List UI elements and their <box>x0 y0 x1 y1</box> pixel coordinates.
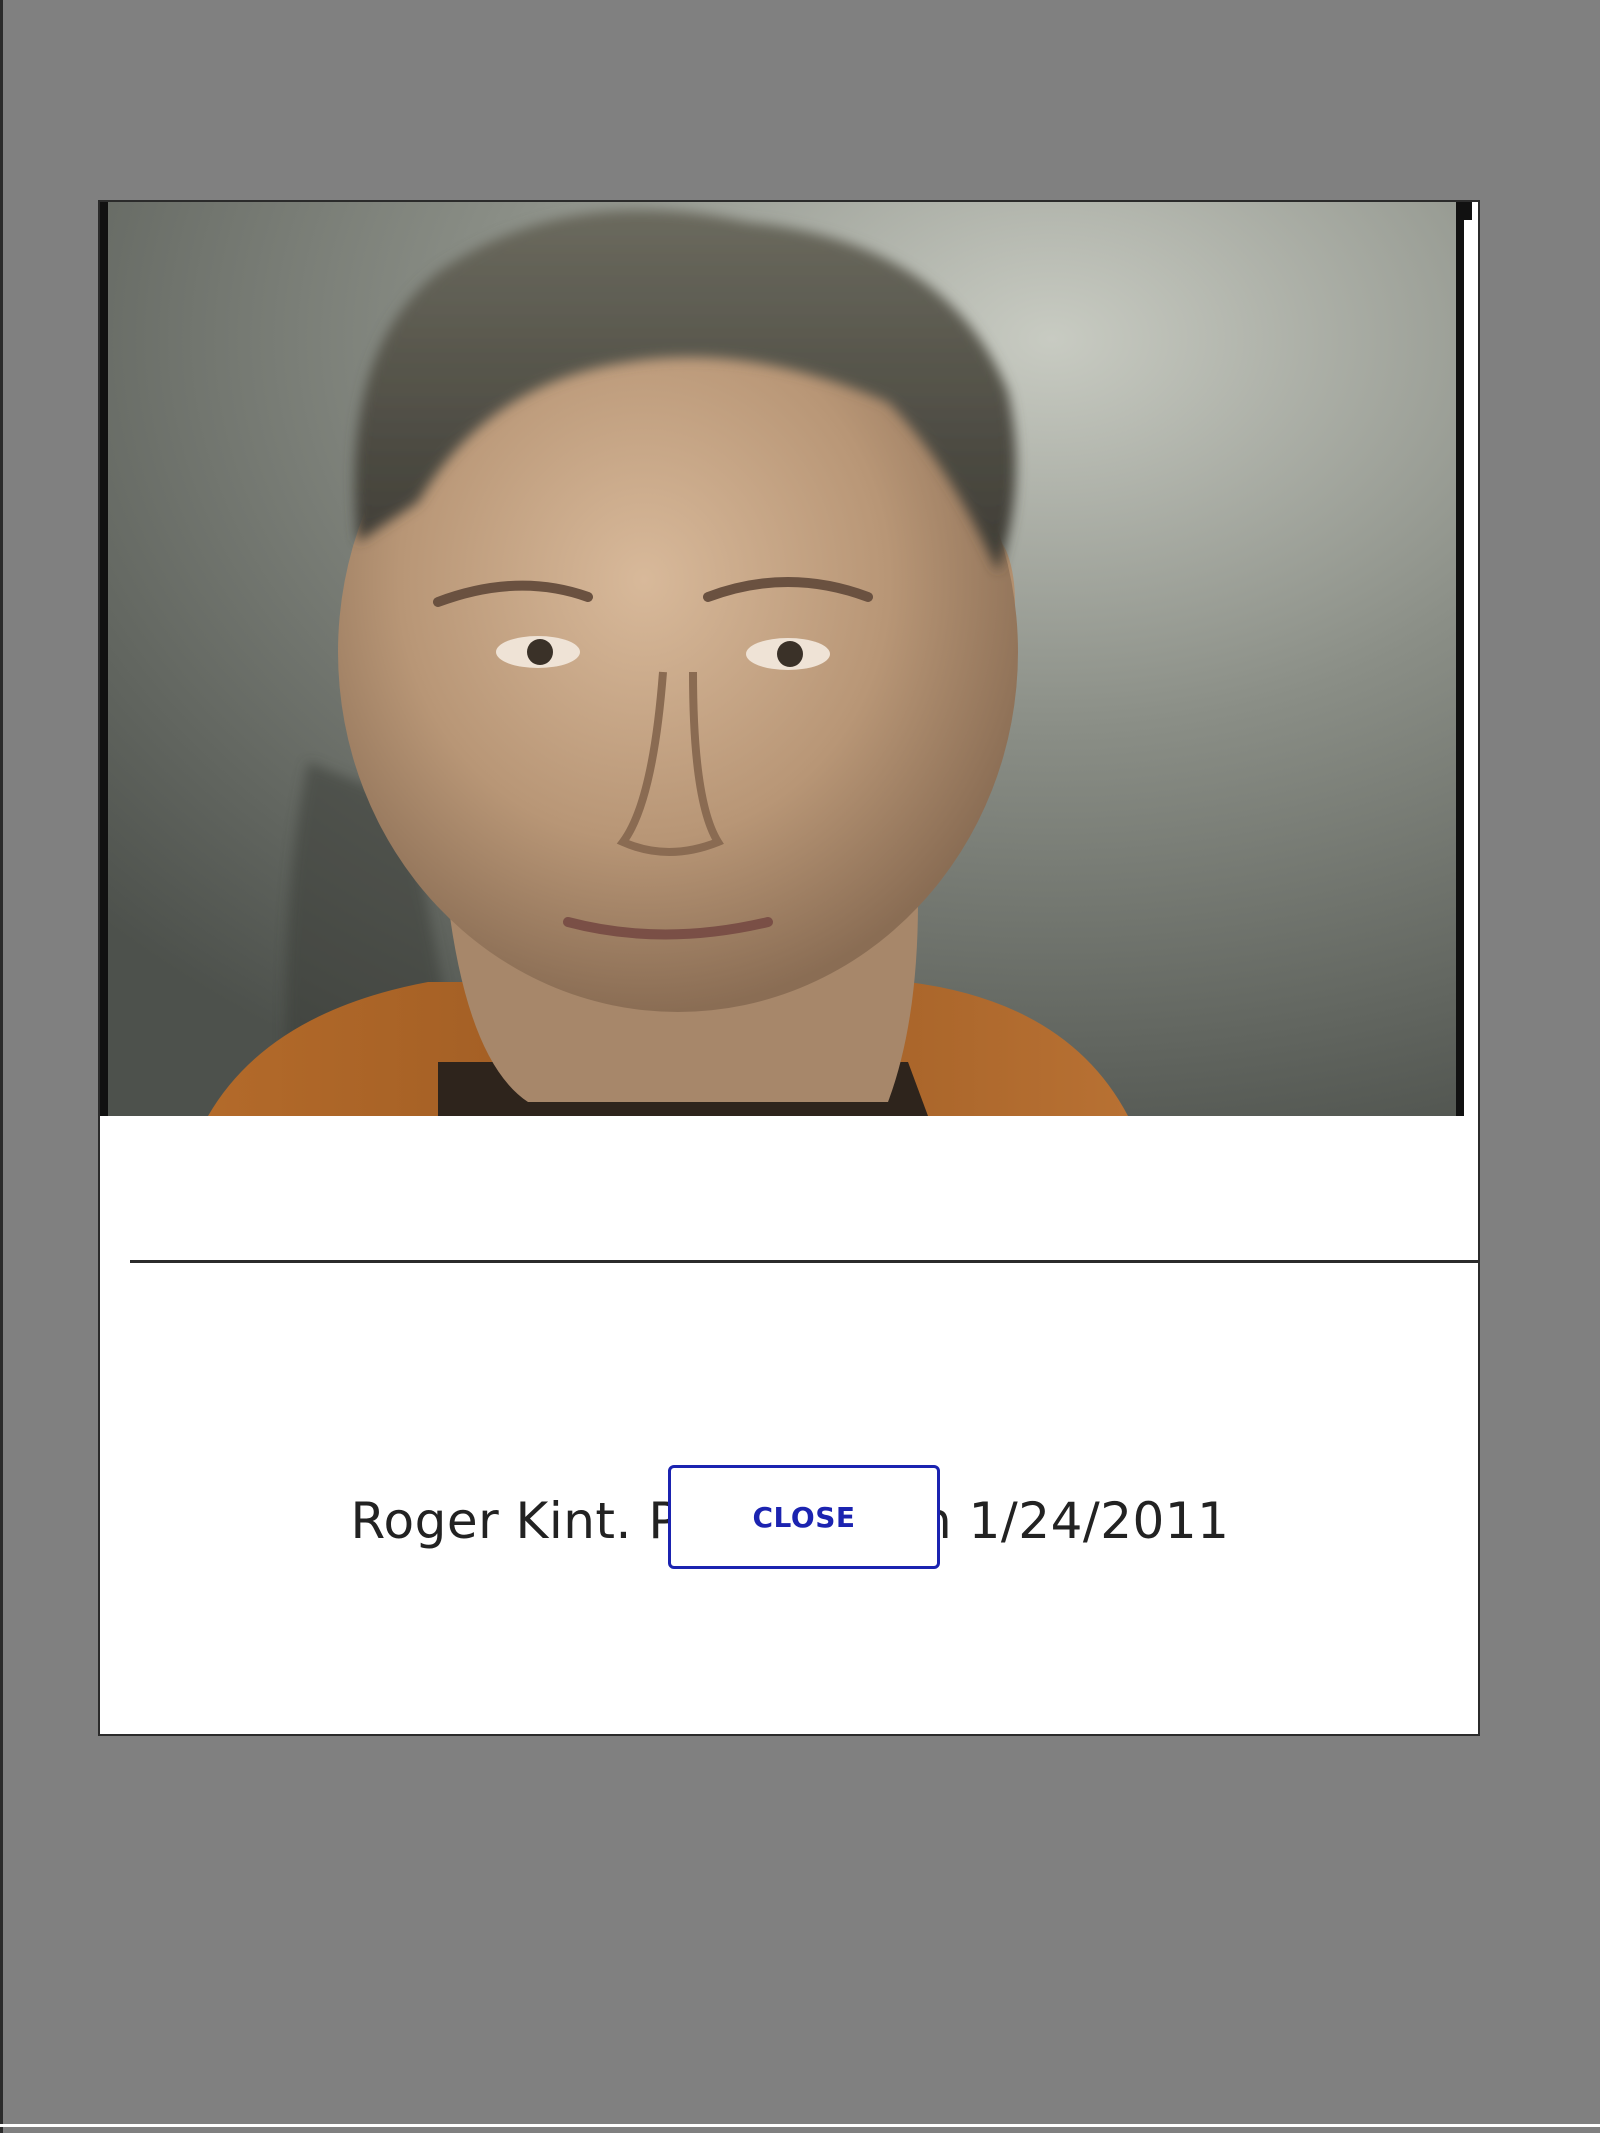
photo-container <box>100 202 1472 1116</box>
app-screen: Roger Kint. Photo taken 1/24/2011 CLOSE <box>0 0 1600 2133</box>
frame-edge-bottom <box>0 2124 1600 2127</box>
photo-edge <box>1464 220 1472 1116</box>
mugshot-photo <box>108 202 1456 1116</box>
close-button[interactable]: CLOSE <box>668 1465 940 1569</box>
photo-modal: Roger Kint. Photo taken 1/24/2011 CLOSE <box>98 200 1480 1736</box>
divider <box>130 1260 1480 1263</box>
frame-edge-left <box>0 0 3 2133</box>
